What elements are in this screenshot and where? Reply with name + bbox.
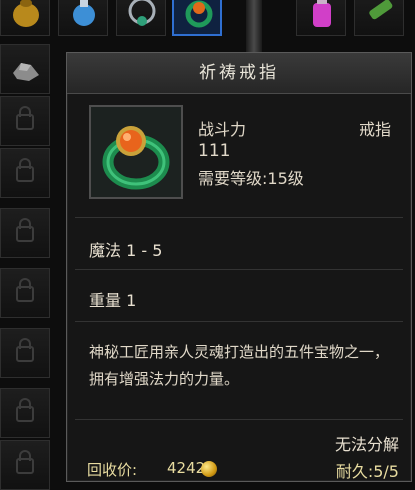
power-value: 111 [198,141,231,161]
recycle-label: 回收价: [87,461,138,479]
locked-slot [0,388,50,438]
ring-icon [102,126,170,190]
gold-pouch-icon [13,0,39,27]
inventory-slot-selected[interactable] [172,0,222,36]
inventory-slot[interactable] [0,44,50,94]
tooltip-title: 祈祷戒指 [67,53,411,94]
locked-slot [0,328,50,378]
stat-label: 战斗力 [198,120,247,139]
item-description: 神秘工匠用亲人灵魂打造出的五件宝物之一，拥有增强法力的力量。 [89,343,390,388]
required-level: 需要等级:15级 [198,169,304,188]
weight-stat: 重量 1 [89,291,137,310]
necklace-icon [128,0,156,26]
magic-stat: 魔法 1 - 5 [89,241,163,260]
no-dismantle-label: 无法分解 [334,435,399,454]
frame-pillar [246,0,262,52]
blue-potion-icon [73,0,95,26]
ore-icon [13,63,39,81]
inventory-slot[interactable] [58,0,108,36]
inventory-slot[interactable] [354,0,404,36]
divider [75,269,403,270]
locked-slot [0,440,50,490]
inventory-slot[interactable] [296,0,346,36]
divider [75,217,403,218]
scroll-icon [369,0,393,20]
pink-potion-icon [313,0,331,27]
coin-icon [201,461,217,477]
divider [75,321,403,322]
locked-slot [0,148,50,198]
locked-slot [0,96,50,146]
inventory-slot[interactable] [0,0,50,36]
item-type: 戒指 [358,120,391,139]
item-tooltip: 祈祷戒指 战斗力 戒指 111 需要等级:15级 魔法 1 - 5 重量 1 神… [66,52,412,482]
item-icon-frame [89,105,183,199]
durability: 耐久:5/5 [335,462,399,481]
locked-slot [0,268,50,318]
ring-icon [185,0,213,28]
divider [75,419,403,420]
inventory-slot[interactable] [116,0,166,36]
locked-slot [0,208,50,258]
recycle-value: 4242 [167,459,206,477]
